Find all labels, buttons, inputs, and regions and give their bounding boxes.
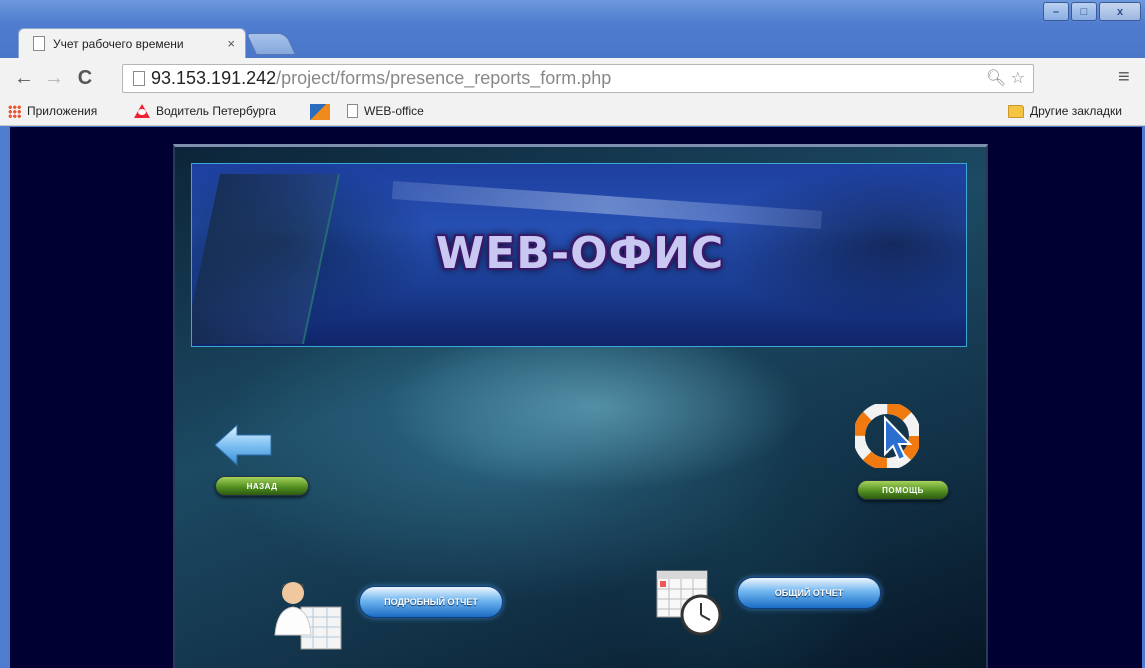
page-icon xyxy=(347,104,358,118)
banner-title: WEB-ОФИС xyxy=(435,228,725,279)
browser-toolbar: ← → C 93.153.191.242/project/forms/prese… xyxy=(0,58,1145,98)
warning-icon xyxy=(134,104,150,118)
main-panel: WEB-ОФИС НАЗАД ПОМОЩЬ ПОДРОБНЫЙ ОТЧЕТ ОБ… xyxy=(173,144,988,668)
menu-icon[interactable]: ≡ xyxy=(1118,66,1130,89)
tab-close-icon[interactable]: × xyxy=(227,36,235,51)
zoom-star-icons[interactable]: 🔍︎ ☆ xyxy=(986,68,1025,88)
bookmark-label: Водитель Петербурга xyxy=(156,104,276,118)
apps-grid-icon xyxy=(8,104,21,118)
detailed-report-button[interactable]: ПОДРОБНЫЙ ОТЧЕТ xyxy=(359,586,503,618)
bookmarks-bar: Приложения Водитель Петербурга WEB-offic… xyxy=(0,98,1145,126)
bookmark-other[interactable]: Другие закладки xyxy=(1008,104,1122,118)
bookmark-driver[interactable]: Водитель Петербурга xyxy=(134,104,276,118)
bookmark-web-office[interactable]: WEB-office xyxy=(347,104,424,118)
back-arrow-icon[interactable]: ← xyxy=(14,67,34,90)
tab-title: Учет рабочего времени xyxy=(53,36,184,51)
bookmark-apps[interactable]: Приложения xyxy=(8,104,97,118)
back-button[interactable]: НАЗАД xyxy=(215,476,309,496)
maximize-button[interactable]: □ xyxy=(1071,2,1097,21)
page-content: WEB-ОФИС НАЗАД ПОМОЩЬ ПОДРОБНЫЙ ОТЧЕТ ОБ… xyxy=(10,127,1142,668)
address-bar[interactable]: 93.153.191.242/project/forms/presence_re… xyxy=(122,64,1034,93)
reload-icon[interactable]: C xyxy=(76,67,94,90)
forward-arrow-icon[interactable]: → xyxy=(44,67,64,90)
turnstile-bar-graphic xyxy=(391,181,823,229)
calendar-clock-icon[interactable] xyxy=(655,565,727,637)
lifebuoy-help-icon[interactable] xyxy=(855,404,919,468)
page-icon xyxy=(133,71,145,86)
bookmark-label: Другие закладки xyxy=(1030,104,1122,118)
url-path: /project/forms/presence_reports_form.php xyxy=(276,68,612,88)
window-titlebar: – □ x Учет рабочего времени × xyxy=(0,0,1145,60)
orange-site-icon xyxy=(310,104,330,120)
close-window-button[interactable]: x xyxy=(1099,2,1141,21)
bookmark-label: Приложения xyxy=(27,104,98,118)
header-banner: WEB-ОФИС xyxy=(191,163,967,347)
window-controls: – □ x xyxy=(1043,2,1141,21)
back-arrow-icon[interactable] xyxy=(213,423,273,467)
help-button[interactable]: ПОМОЩЬ xyxy=(857,480,949,500)
folder-icon xyxy=(1008,104,1024,118)
bookmark-orange[interactable] xyxy=(310,104,336,120)
general-report-button[interactable]: ОБЩИЙ ОТЧЕТ xyxy=(737,577,881,609)
person-report-icon[interactable] xyxy=(273,579,343,651)
url-host: 93.153.191.242 xyxy=(151,68,277,88)
new-tab-button[interactable] xyxy=(245,33,297,55)
minimize-button[interactable]: – xyxy=(1043,2,1069,21)
browser-tab[interactable]: Учет рабочего времени × xyxy=(18,28,246,58)
bookmark-label: WEB-office xyxy=(364,104,424,118)
page-icon xyxy=(33,36,45,51)
